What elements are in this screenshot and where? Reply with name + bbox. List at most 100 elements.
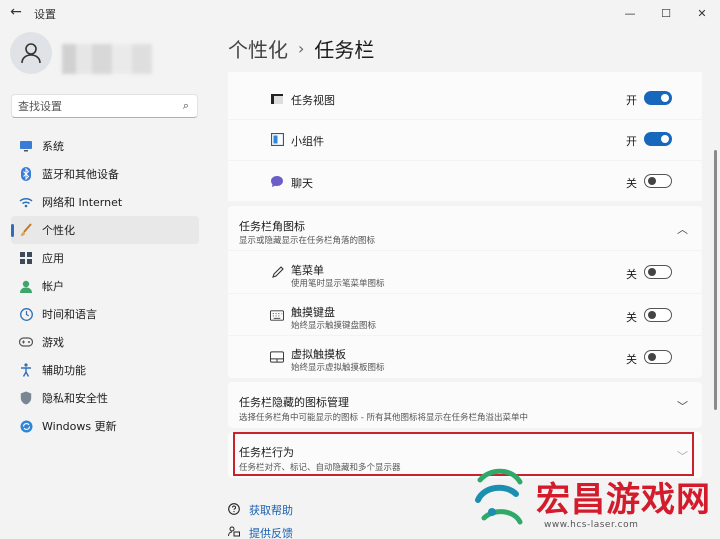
sidebar-item-gaming[interactable]: 游戏 bbox=[11, 328, 199, 356]
widgets-icon bbox=[270, 132, 284, 146]
section-title: 任务栏隐藏的图标管理 bbox=[239, 396, 349, 409]
pen-menu-toggle[interactable] bbox=[644, 265, 672, 279]
sidebar-item-label: 隐私和安全性 bbox=[42, 392, 108, 405]
touchpad-icon bbox=[270, 350, 284, 364]
sidebar-item-system[interactable]: 系统 bbox=[11, 132, 199, 160]
chat-icon bbox=[270, 174, 284, 188]
minimize-button[interactable]: — bbox=[612, 0, 648, 26]
setting-label: 虚拟触摸板 bbox=[291, 348, 346, 361]
page-title: 任务栏 bbox=[314, 38, 375, 62]
task-view-icon bbox=[270, 92, 284, 106]
help-icon bbox=[228, 502, 240, 518]
sidebar-item-apps[interactable]: 应用 bbox=[11, 244, 199, 272]
setting-label: 任务视图 bbox=[291, 94, 335, 107]
sidebar-item-label: 辅助功能 bbox=[42, 364, 86, 377]
feedback-link[interactable]: 提供反馈 bbox=[228, 525, 293, 539]
avatar[interactable] bbox=[10, 32, 52, 74]
close-button[interactable]: ✕ bbox=[684, 0, 720, 26]
chat-toggle[interactable] bbox=[644, 174, 672, 188]
section-description: 选择任务栏角中可能显示的图标 - 所有其他图标将显示在任务栏角溢出菜单中 bbox=[239, 413, 528, 423]
sidebar-item-label: 应用 bbox=[42, 252, 64, 265]
sidebar-item-label: 个性化 bbox=[42, 224, 75, 237]
toggle-state-text: 关 bbox=[626, 311, 637, 324]
setting-row-pen-menu: 笔菜单 使用笔时显示笔菜单图标 关 bbox=[228, 251, 702, 293]
sidebar-item-label: 网络和 Internet bbox=[42, 196, 123, 209]
toggle-state-text: 开 bbox=[626, 94, 637, 107]
watermark-logo bbox=[475, 468, 523, 525]
breadcrumb-separator: › bbox=[298, 39, 305, 58]
feedback-icon bbox=[228, 526, 240, 539]
pen-icon bbox=[270, 265, 284, 279]
setting-row-task-view: 任务视图 开 bbox=[228, 72, 702, 119]
setting-row-widgets: 小组件 开 bbox=[228, 120, 702, 160]
title-bar: ← 设置 — ☐ ✕ bbox=[0, 0, 720, 26]
breadcrumb: 个性化 › 任务栏 bbox=[228, 34, 374, 63]
hidden-icons-row[interactable]: 任务栏隐藏的图标管理 选择任务栏角中可能显示的图标 - 所有其他图标将显示在任务… bbox=[228, 382, 702, 428]
setting-label: 触摸键盘 bbox=[291, 306, 335, 319]
search-icon[interactable]: ⌕ bbox=[183, 99, 189, 113]
window-controls: — ☐ ✕ bbox=[612, 0, 720, 26]
sidebar-item-label: 游戏 bbox=[42, 336, 64, 349]
sidebar-item-bluetooth[interactable]: 蓝牙和其他设备 bbox=[11, 160, 199, 188]
sidebar-item-windows-update[interactable]: Windows 更新 bbox=[11, 412, 199, 440]
chevron-down-icon[interactable]: ﹀ bbox=[677, 398, 688, 414]
monitor-icon bbox=[19, 139, 33, 153]
sidebar-item-label: 时间和语言 bbox=[42, 308, 97, 321]
setting-description: 使用笔时显示笔菜单图标 bbox=[291, 279, 385, 289]
watermark-text: 宏昌游戏网 bbox=[536, 480, 711, 520]
scrollbar[interactable] bbox=[714, 150, 717, 410]
keyboard-icon bbox=[270, 308, 284, 322]
sidebar-nav: 系统 蓝牙和其他设备 网络和 Internet 个性化 应用 帐户 时间和语言 … bbox=[11, 132, 199, 440]
setting-row-chat: 聊天 关 bbox=[228, 161, 702, 201]
sidebar-item-label: 系统 bbox=[42, 140, 64, 153]
network-icon bbox=[19, 195, 33, 209]
touch-keyboard-toggle[interactable] bbox=[644, 308, 672, 322]
corner-icons-header[interactable]: 任务栏角图标 显示或隐藏显示在任务栏角落的图标 ︿ bbox=[228, 206, 702, 250]
setting-label: 笔菜单 bbox=[291, 264, 324, 277]
virtual-touchpad-toggle[interactable] bbox=[644, 350, 672, 364]
app-title: 设置 bbox=[34, 8, 56, 21]
watermark: 宏昌游戏网 www.hcs-laser.com bbox=[470, 460, 720, 539]
sidebar-item-privacy[interactable]: 隐私和安全性 bbox=[11, 384, 199, 412]
sidebar-item-network[interactable]: 网络和 Internet bbox=[11, 188, 199, 216]
maximize-button[interactable]: ☐ bbox=[648, 0, 684, 26]
section-title: 任务栏角图标 bbox=[239, 220, 305, 233]
section-description: 显示或隐藏显示在任务栏角落的图标 bbox=[239, 236, 376, 246]
sidebar-item-accessibility[interactable]: 辅助功能 bbox=[11, 356, 199, 384]
widgets-toggle[interactable] bbox=[644, 132, 672, 146]
sidebar-item-label: Windows 更新 bbox=[42, 420, 117, 433]
setting-row-touch-keyboard: 触摸键盘 始终显示触摸键盘图标 关 bbox=[228, 294, 702, 335]
search-input[interactable] bbox=[18, 98, 168, 114]
toggle-state-text: 关 bbox=[626, 268, 637, 281]
account-icon bbox=[19, 279, 33, 293]
setting-label: 小组件 bbox=[291, 135, 324, 148]
chevron-up-icon[interactable]: ︿ bbox=[677, 221, 688, 237]
toggle-state-text: 关 bbox=[626, 177, 637, 190]
back-arrow-icon[interactable]: ← bbox=[8, 4, 24, 20]
person-icon bbox=[21, 43, 41, 64]
get-help-link[interactable]: 获取帮助 bbox=[228, 502, 293, 518]
sidebar-item-time-language[interactable]: 时间和语言 bbox=[11, 300, 199, 328]
toggle-state-text: 开 bbox=[626, 135, 637, 148]
time-language-icon bbox=[19, 307, 33, 321]
accessibility-icon bbox=[19, 363, 33, 377]
shield-icon bbox=[19, 391, 33, 405]
brush-icon bbox=[19, 223, 33, 237]
blurred-username bbox=[62, 44, 152, 74]
watermark-url: www.hcs-laser.com bbox=[544, 520, 639, 530]
gamepad-icon bbox=[19, 335, 33, 349]
sidebar-item-label: 帐户 bbox=[42, 280, 64, 293]
setting-description: 始终显示虚拟触摸板图标 bbox=[291, 363, 385, 373]
setting-label: 聊天 bbox=[291, 177, 313, 190]
task-view-toggle[interactable] bbox=[644, 91, 672, 105]
sidebar-item-personalization[interactable]: 个性化 bbox=[11, 216, 199, 244]
toggle-state-text: 关 bbox=[626, 353, 637, 366]
search-box[interactable]: ⌕ bbox=[11, 94, 198, 118]
link-label: 获取帮助 bbox=[249, 504, 293, 517]
sidebar-item-accounts[interactable]: 帐户 bbox=[11, 272, 199, 300]
breadcrumb-parent[interactable]: 个性化 bbox=[228, 34, 288, 63]
setting-row-virtual-touchpad: 虚拟触摸板 始终显示虚拟触摸板图标 关 bbox=[228, 336, 702, 378]
apps-icon bbox=[19, 251, 33, 265]
link-label: 提供反馈 bbox=[249, 527, 293, 539]
setting-description: 始终显示触摸键盘图标 bbox=[291, 321, 377, 331]
